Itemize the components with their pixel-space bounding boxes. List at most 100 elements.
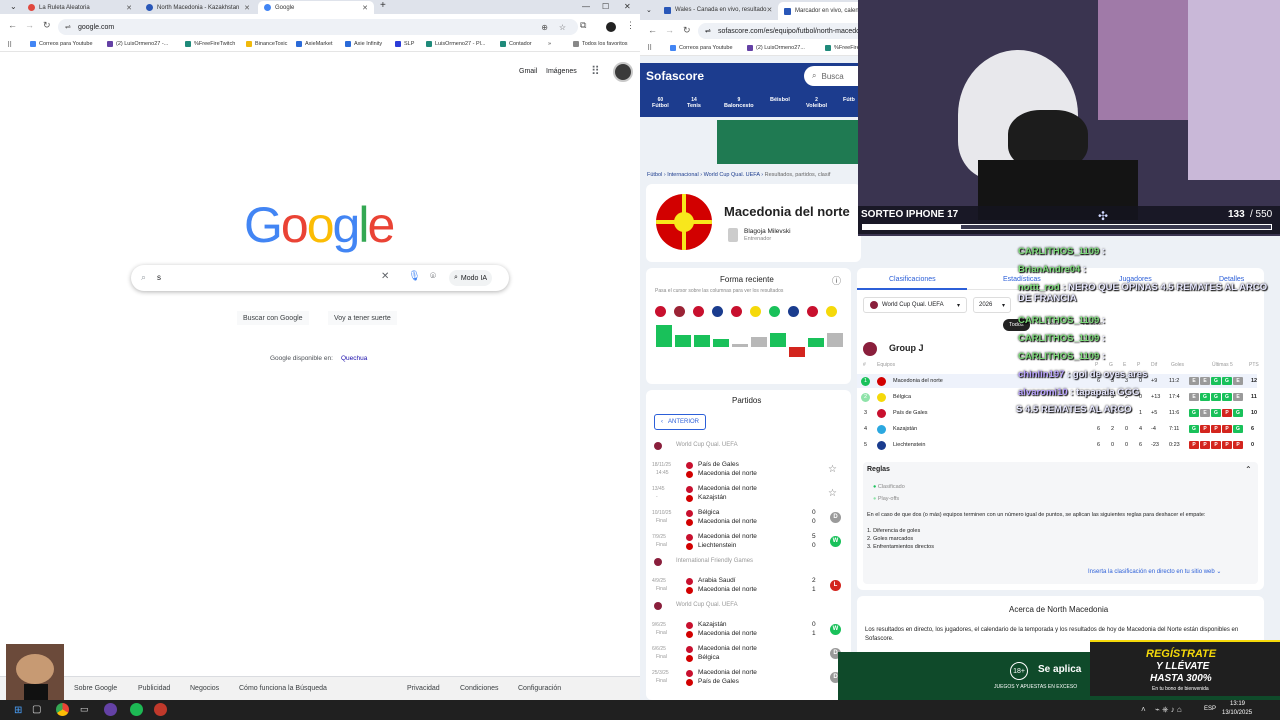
bookmark-item[interactable]: SLP	[395, 41, 414, 47]
sport-tab[interactable]: Béisbol	[770, 97, 790, 103]
match-row[interactable]: 10/10/25 Final Bélgica Macedonia del norte 0…	[646, 508, 851, 530]
sport-tab[interactable]: 9 Baloncesto	[724, 97, 754, 109]
extensions-icon[interactable]: ⧉	[580, 20, 586, 31]
sofascore-logo[interactable]: Sofascore	[646, 69, 704, 83]
sport-tab[interactable]: 2 Voleibol	[806, 97, 827, 109]
close-tab-icon[interactable]: ✕	[767, 6, 773, 14]
search-input[interactable]: s	[157, 273, 161, 282]
language-link[interactable]: Quechua	[341, 355, 367, 362]
apps-icon[interactable]: ⠿	[647, 44, 652, 52]
google-apps-icon[interactable]: ⠿	[591, 64, 600, 78]
apps-icon[interactable]: ⠿	[7, 41, 12, 49]
bookmark-item[interactable]: %FreeFire	[825, 45, 860, 51]
maximize-icon[interactable]: ☐	[602, 2, 609, 11]
match-row[interactable]: 25/3/25 Final Macedonia del norte País de G…	[646, 668, 851, 690]
breadcrumb-item[interactable]: World Cup Qual. UEFA	[704, 172, 760, 178]
footer-privacy[interactable]: Privacidad	[407, 685, 440, 692]
bookmark-item[interactable]: BinanceToxic	[246, 41, 287, 47]
sport-tab[interactable]: Fútb	[843, 97, 855, 103]
match-row[interactable]: 18/11/25 14:45 País de Gales Macedonia del …	[646, 460, 851, 482]
tab-search-icon[interactable]: ⌄	[646, 6, 652, 14]
images-link[interactable]: Imágenes	[546, 68, 577, 75]
close-tab-icon[interactable]: ✕	[244, 4, 250, 12]
footer-about[interactable]: Sobre Google	[74, 685, 117, 692]
account-avatar[interactable]	[613, 62, 633, 82]
clock-date[interactable]: 13/10/2025	[1222, 710, 1252, 716]
start-icon[interactable]: ⊞	[14, 705, 22, 716]
tab-standings[interactable]: Clasificaciones	[889, 276, 936, 283]
form-bar[interactable]	[732, 344, 748, 347]
chevron-up-icon[interactable]: ⌃	[1245, 465, 1252, 474]
footer-settings[interactable]: Configuración	[518, 685, 561, 692]
bookmark-item[interactable]: (2) LuisOrmeno27 -...	[107, 41, 168, 47]
language-indicator[interactable]: ESP	[1204, 706, 1216, 712]
bookmark-item[interactable]: AxieMarket	[296, 41, 333, 47]
lucky-button[interactable]: Voy a tener suerte	[328, 311, 397, 325]
footer-how-search-works[interactable]: Cómo funciona la Búsqueda	[239, 685, 327, 692]
record-icon[interactable]	[154, 703, 167, 716]
chrome-icon[interactable]	[56, 703, 69, 716]
back-icon[interactable]: ←	[8, 20, 17, 30]
match-row[interactable]: 4/9/25 Final Arabia Saudí Macedonia del nor…	[646, 576, 851, 598]
bookmark-item[interactable]: Axie Infinity	[345, 41, 382, 47]
all-bookmarks[interactable]: Todos los favoritos	[573, 41, 628, 47]
form-bar[interactable]	[827, 333, 843, 347]
app-icon[interactable]: ▭	[80, 704, 89, 715]
bookmark-item[interactable]: %FreeFireTwitch	[185, 41, 235, 47]
menu-icon[interactable]: ⋮	[626, 20, 635, 31]
profile-avatar-icon[interactable]	[606, 22, 616, 32]
breadcrumb-item[interactable]: Fútbol	[647, 172, 662, 178]
coach-name[interactable]: Blagoja Milevski	[744, 228, 791, 235]
tray-chevron-icon[interactable]: ˄	[1141, 705, 1146, 714]
zoom-icon[interactable]: ⊕	[541, 23, 548, 32]
match-row[interactable]: 13/45 - Macedonia del norte Kazajstán ☆	[646, 484, 851, 506]
site-search-input[interactable]: ⌕ Busca	[804, 66, 864, 86]
google-search-button[interactable]: Buscar con Google	[237, 311, 309, 325]
back-icon[interactable]: ←	[648, 25, 657, 35]
site-info-icon[interactable]: ⇌	[65, 23, 71, 31]
lens-icon[interactable]: ⌾	[430, 271, 436, 282]
tab-wales-canada[interactable]: Wales - Canada en vivo, resultado ✕	[658, 2, 776, 18]
close-window-icon[interactable]: ✕	[624, 2, 631, 11]
bookmark-star-icon[interactable]: ☆	[559, 23, 566, 32]
bookmark-item[interactable]: (2) LuisOrmeno27...	[747, 45, 805, 51]
form-bar[interactable]	[808, 338, 824, 347]
address-bar[interactable]: ⇌ google.com ⊕ ☆	[58, 19, 578, 35]
form-bar[interactable]	[713, 339, 729, 347]
favorite-star-icon[interactable]: ☆	[828, 488, 837, 499]
standings-row[interactable]: 4 Kazajstán 6 2 0 4 -4 7:11 G P P P G 6	[857, 422, 1257, 436]
season-select[interactable]: 2026 ▾	[973, 297, 1011, 313]
match-row[interactable]: 7/9/25 Final Macedonia del norte Liechtenst…	[646, 532, 851, 554]
sport-tab[interactable]: 60 Fútbol	[652, 97, 669, 109]
form-bar[interactable]	[789, 347, 805, 357]
bookmark-item[interactable]: Correos para Youtube	[30, 41, 93, 47]
minimize-icon[interactable]: —	[582, 2, 590, 11]
tab-google[interactable]: Google ✕	[258, 1, 374, 14]
new-tab-icon[interactable]: +	[380, 0, 386, 11]
forward-icon[interactable]: →	[665, 25, 674, 35]
google-search-box[interactable]: ⌕ s ✕ 🎙 ⌾ ⌕ Modo IA	[131, 265, 509, 291]
gmail-link[interactable]: Gmail	[519, 68, 537, 75]
tab-search-icon[interactable]: ⌄	[10, 2, 17, 11]
favorite-star-icon[interactable]: ☆	[828, 464, 837, 475]
ad-banner[interactable]	[717, 120, 867, 164]
form-bar[interactable]	[770, 333, 786, 347]
reload-icon[interactable]: ↻	[43, 20, 51, 31]
close-tab-icon[interactable]: ✕	[126, 4, 132, 12]
form-bar[interactable]	[751, 337, 767, 347]
site-info-icon[interactable]: ⇌	[705, 27, 711, 35]
form-bar[interactable]	[675, 335, 691, 347]
bookmark-item[interactable]: LuisOrmeno27 - Pl...	[426, 41, 485, 47]
form-bar[interactable]	[656, 325, 672, 347]
bookmark-item[interactable]: Contador	[500, 41, 532, 47]
reload-icon[interactable]: ↻	[683, 25, 691, 36]
microphone-icon[interactable]: 🎙	[408, 271, 421, 282]
file-explorer-icon[interactable]: ▢	[32, 704, 41, 715]
breadcrumb-item[interactable]: Internacional	[667, 172, 699, 178]
tab-ruleta[interactable]: La Ruleta Aleatoria ✕	[22, 1, 138, 14]
bookmark-item[interactable]: Correos para Youtube	[670, 45, 733, 51]
info-icon[interactable]: ⓘ	[832, 274, 841, 287]
forward-icon[interactable]: →	[25, 20, 34, 30]
previous-button[interactable]: ‹ ANTERIOR	[654, 414, 707, 430]
footer-ads[interactable]: Publicidad	[138, 685, 170, 692]
